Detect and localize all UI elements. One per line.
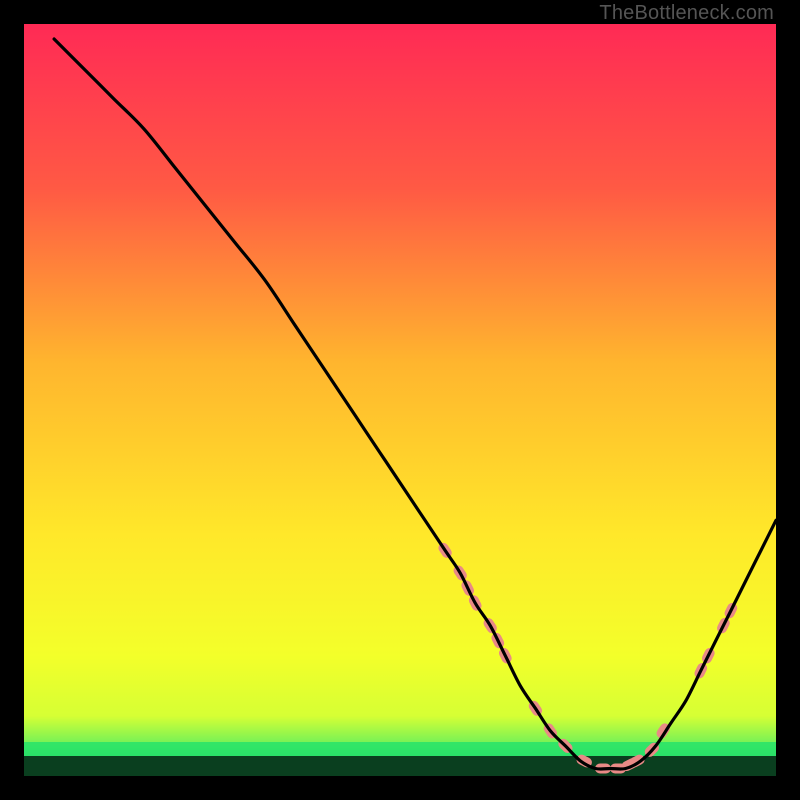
gradient-background xyxy=(24,24,776,776)
green-band xyxy=(24,742,776,756)
chart-frame xyxy=(24,24,776,776)
watermark-text: TheBottleneck.com xyxy=(599,2,774,25)
bottleneck-chart xyxy=(24,24,776,776)
dark-green-band xyxy=(24,756,776,776)
